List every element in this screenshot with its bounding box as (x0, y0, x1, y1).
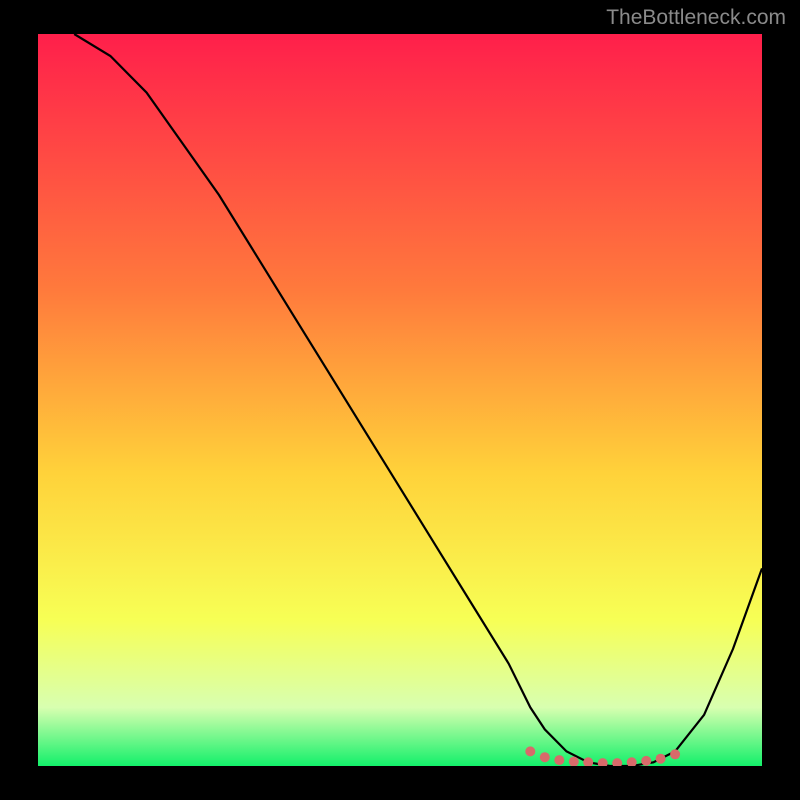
bottleneck-chart (38, 34, 762, 766)
chart-background-gradient (38, 34, 762, 766)
marker-dot (525, 746, 535, 756)
marker-dot (670, 749, 680, 759)
marker-dot (641, 756, 651, 766)
attribution-text: TheBottleneck.com (606, 6, 786, 30)
chart-plot-area (38, 34, 762, 766)
marker-dot (540, 752, 550, 762)
marker-dot (554, 755, 564, 765)
marker-dot (656, 754, 666, 764)
